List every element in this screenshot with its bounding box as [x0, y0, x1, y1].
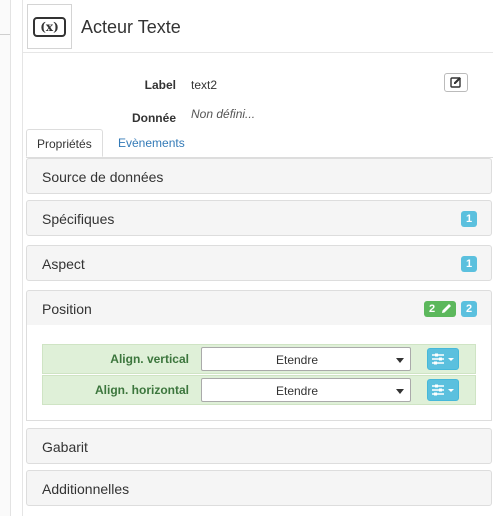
modified-badge: 2 — [424, 301, 456, 317]
section-specifiques[interactable]: Spécifiques 1 — [26, 200, 492, 236]
variable-icon: (x) — [33, 17, 66, 37]
section-title: Gabarit — [42, 439, 88, 455]
actor-icon-box: (x) — [27, 4, 72, 49]
select-value: Etendre — [275, 384, 319, 398]
data-field-value[interactable]: Non défini... — [191, 107, 255, 121]
row-label: Align. vertical — [110, 352, 189, 366]
align-horizontal-select[interactable]: Etendre — [201, 378, 411, 402]
row-align-vertical: Align. vertical Etendre — [42, 344, 476, 374]
data-field-label: Donnée — [131, 111, 176, 125]
section-position[interactable]: Position 2 2 — [26, 290, 492, 326]
section-source-de-donnees[interactable]: Source de données — [26, 158, 492, 194]
row-align-horizontal: Align. horizontal Etendre — [42, 375, 476, 405]
section-aspect[interactable]: Aspect 1 — [26, 245, 492, 281]
section-title: Spécifiques — [42, 211, 115, 227]
count-badge: 1 — [461, 211, 477, 227]
tab-evenements[interactable]: Evènements — [108, 129, 195, 157]
panel-header: (x) Acteur Texte — [23, 0, 493, 53]
edit-label-button[interactable] — [444, 73, 468, 92]
edit-icon — [450, 77, 461, 88]
position-body: Align. vertical Etendre Align. horizonta… — [26, 325, 492, 421]
chevron-down-icon — [396, 358, 404, 363]
sliders-icon — [432, 353, 454, 365]
row-label: Align. horizontal — [95, 383, 189, 397]
options-button[interactable] — [427, 379, 459, 401]
label-field-label: Label — [144, 78, 176, 92]
properties-panel: (x) Acteur Texte Label text2 Donnée Non … — [22, 0, 498, 516]
pencil-icon — [442, 304, 451, 313]
section-title: Source de données — [42, 169, 164, 185]
modified-count: 2 — [429, 303, 436, 315]
count-badge: 1 — [461, 256, 477, 272]
options-button[interactable] — [427, 348, 459, 370]
tab-proprietes[interactable]: Propriétés — [26, 129, 103, 157]
section-title: Additionnelles — [42, 481, 130, 497]
section-additionnelles[interactable]: Additionnelles — [26, 470, 492, 506]
section-gabarit[interactable]: Gabarit — [26, 428, 492, 464]
sliders-icon — [432, 384, 454, 396]
section-title: Position — [42, 301, 92, 317]
section-title: Aspect — [42, 256, 85, 272]
page-title: Acteur Texte — [81, 17, 181, 37]
select-value: Etendre — [275, 353, 319, 367]
align-vertical-select[interactable]: Etendre — [201, 347, 411, 371]
left-panel-edge — [0, 0, 11, 516]
tab-bar: Propriétés Evènements — [26, 129, 493, 158]
count-badge: 2 — [461, 301, 477, 317]
chevron-down-icon — [396, 389, 404, 394]
label-field-value: text2 — [191, 78, 218, 92]
